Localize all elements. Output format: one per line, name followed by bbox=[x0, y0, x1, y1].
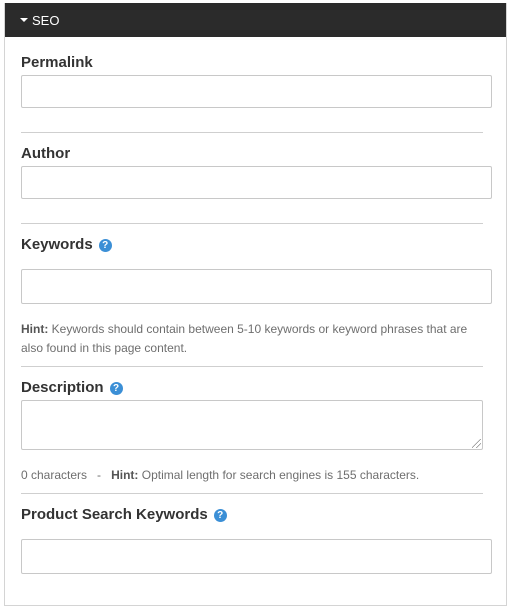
hint-separator: - bbox=[97, 468, 102, 482]
keywords-label-text: Keywords bbox=[21, 236, 93, 253]
hint-label: Hint: bbox=[21, 322, 49, 336]
seo-panel: SEO Permalink Author Keywords? Hint: Key… bbox=[4, 3, 507, 606]
divider bbox=[21, 132, 483, 133]
product-search-keywords-label-text: Product Search Keywords bbox=[21, 506, 208, 523]
product-search-keywords-label: Product Search Keywords? bbox=[21, 506, 227, 523]
keywords-hint: Hint: Keywords should contain between 5-… bbox=[21, 320, 491, 358]
description-label-text: Description bbox=[21, 379, 104, 396]
author-label: Author bbox=[21, 145, 71, 162]
permalink-input[interactable] bbox=[21, 75, 492, 108]
hint-label: Hint: bbox=[111, 468, 139, 482]
panel-title: SEO bbox=[32, 13, 60, 28]
description-hint: 0 characters - Hint: Optimal length for … bbox=[21, 466, 491, 485]
product-search-keywords-input[interactable] bbox=[21, 539, 492, 574]
permalink-label: Permalink bbox=[21, 54, 93, 71]
hint-text: Keywords should contain between 5-10 key… bbox=[21, 322, 468, 355]
caret-down-icon bbox=[20, 18, 28, 22]
keywords-label: Keywords? bbox=[21, 236, 112, 253]
description-textarea[interactable] bbox=[21, 400, 483, 450]
keywords-input[interactable] bbox=[21, 269, 492, 304]
resize-handle-icon[interactable] bbox=[472, 439, 481, 448]
hint-text: Optimal length for search engines is 155… bbox=[141, 468, 420, 482]
character-count: 0 characters bbox=[21, 468, 88, 482]
question-circle-icon[interactable]: ? bbox=[109, 382, 123, 395]
description-label: Description? bbox=[21, 379, 123, 396]
divider bbox=[21, 493, 483, 494]
seo-panel-header[interactable]: SEO bbox=[5, 3, 506, 37]
divider bbox=[21, 223, 483, 224]
author-input[interactable] bbox=[21, 166, 492, 199]
question-circle-icon[interactable]: ? bbox=[213, 509, 227, 522]
question-circle-icon[interactable]: ? bbox=[98, 239, 112, 252]
divider bbox=[21, 366, 483, 367]
